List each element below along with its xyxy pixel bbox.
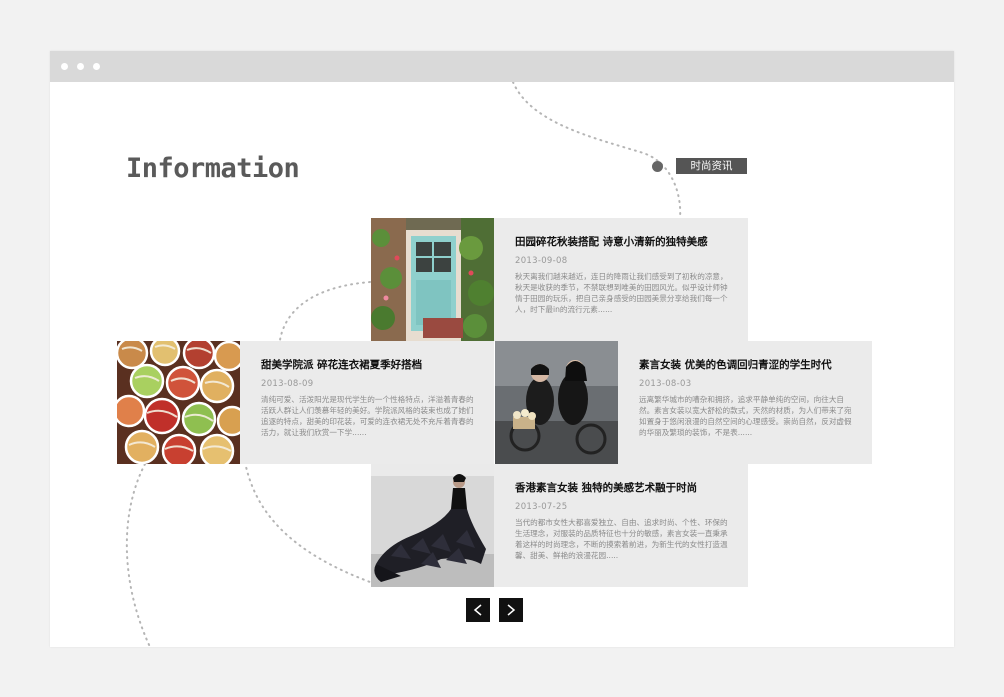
article-card[interactable]: 香港素言女装 独特的美感艺术融于时尚 2013-07-25 当代的都市女性大都喜…	[371, 464, 748, 587]
window-dot[interactable]	[93, 63, 100, 70]
article-image-green-door[interactable]	[371, 218, 494, 341]
chevron-right-icon	[507, 604, 516, 616]
chevron-left-icon	[473, 604, 482, 616]
article-date: 2013-08-09	[261, 379, 314, 389]
article-image-bicycle-couple[interactable]	[495, 341, 618, 464]
article-title[interactable]: 甜美学院派 碎花连衣裙夏季好搭档	[261, 358, 481, 372]
window-dot[interactable]	[77, 63, 84, 70]
browser-window: Information 时尚资讯 田园碎花秋装搭配 诗意小清新的独特美感 201…	[50, 51, 954, 647]
window-dot[interactable]	[61, 63, 68, 70]
article-date: 2013-07-25	[515, 502, 568, 512]
article-date: 2013-08-03	[639, 379, 692, 389]
article-excerpt: 当代的都市女性大都喜爱独立、自由、追求时尚、个性、环保的生活理念，对服装的品质特…	[515, 518, 728, 560]
browser-title-bar	[50, 51, 954, 82]
article-excerpt: 清纯可爱、活泼阳光是现代学生的一个性格特点，洋溢着青春的活跃人群让人们羡慕年轻的…	[261, 395, 474, 437]
article-card[interactable]: 田园碎花秋装搭配 诗意小清新的独特美感 2013-09-08 秋天离我们越来越近…	[371, 218, 748, 341]
page-content: Information 时尚资讯 田园碎花秋装搭配 诗意小清新的独特美感 201…	[50, 82, 954, 647]
article-image-black-gown[interactable]	[371, 464, 494, 587]
article-excerpt: 秋天离我们越来越近，连日的降雨让我们感受到了初秋的凉意，秋天是收获的季节，不禁联…	[515, 272, 728, 314]
article-card[interactable]: 素言女装 优美的色调回归青涩的学生时代 2013-08-03 远离繁华城市的嘈杂…	[495, 341, 872, 464]
article-excerpt: 远离繁华城市的嘈杂和拥挤，追求平静单纯的空间，向往大自然。素言女装以宽大舒松的款…	[639, 395, 852, 437]
article-date: 2013-09-08	[515, 256, 568, 266]
article-title[interactable]: 素言女装 优美的色调回归青涩的学生时代	[639, 358, 859, 372]
next-button[interactable]	[499, 598, 523, 622]
article-title[interactable]: 香港素言女装 独特的美感艺术融于时尚	[515, 481, 735, 495]
tag-marker-dot	[652, 161, 663, 172]
category-tag[interactable]: 时尚资讯	[676, 158, 747, 174]
page-title: Information	[126, 153, 300, 184]
prev-button[interactable]	[466, 598, 490, 622]
article-image-candy-balls[interactable]	[117, 341, 240, 464]
article-card[interactable]: 甜美学院派 碎花连衣裙夏季好搭档 2013-08-09 清纯可爱、活泼阳光是现代…	[117, 341, 494, 464]
article-title[interactable]: 田园碎花秋装搭配 诗意小清新的独特美感	[515, 235, 735, 249]
